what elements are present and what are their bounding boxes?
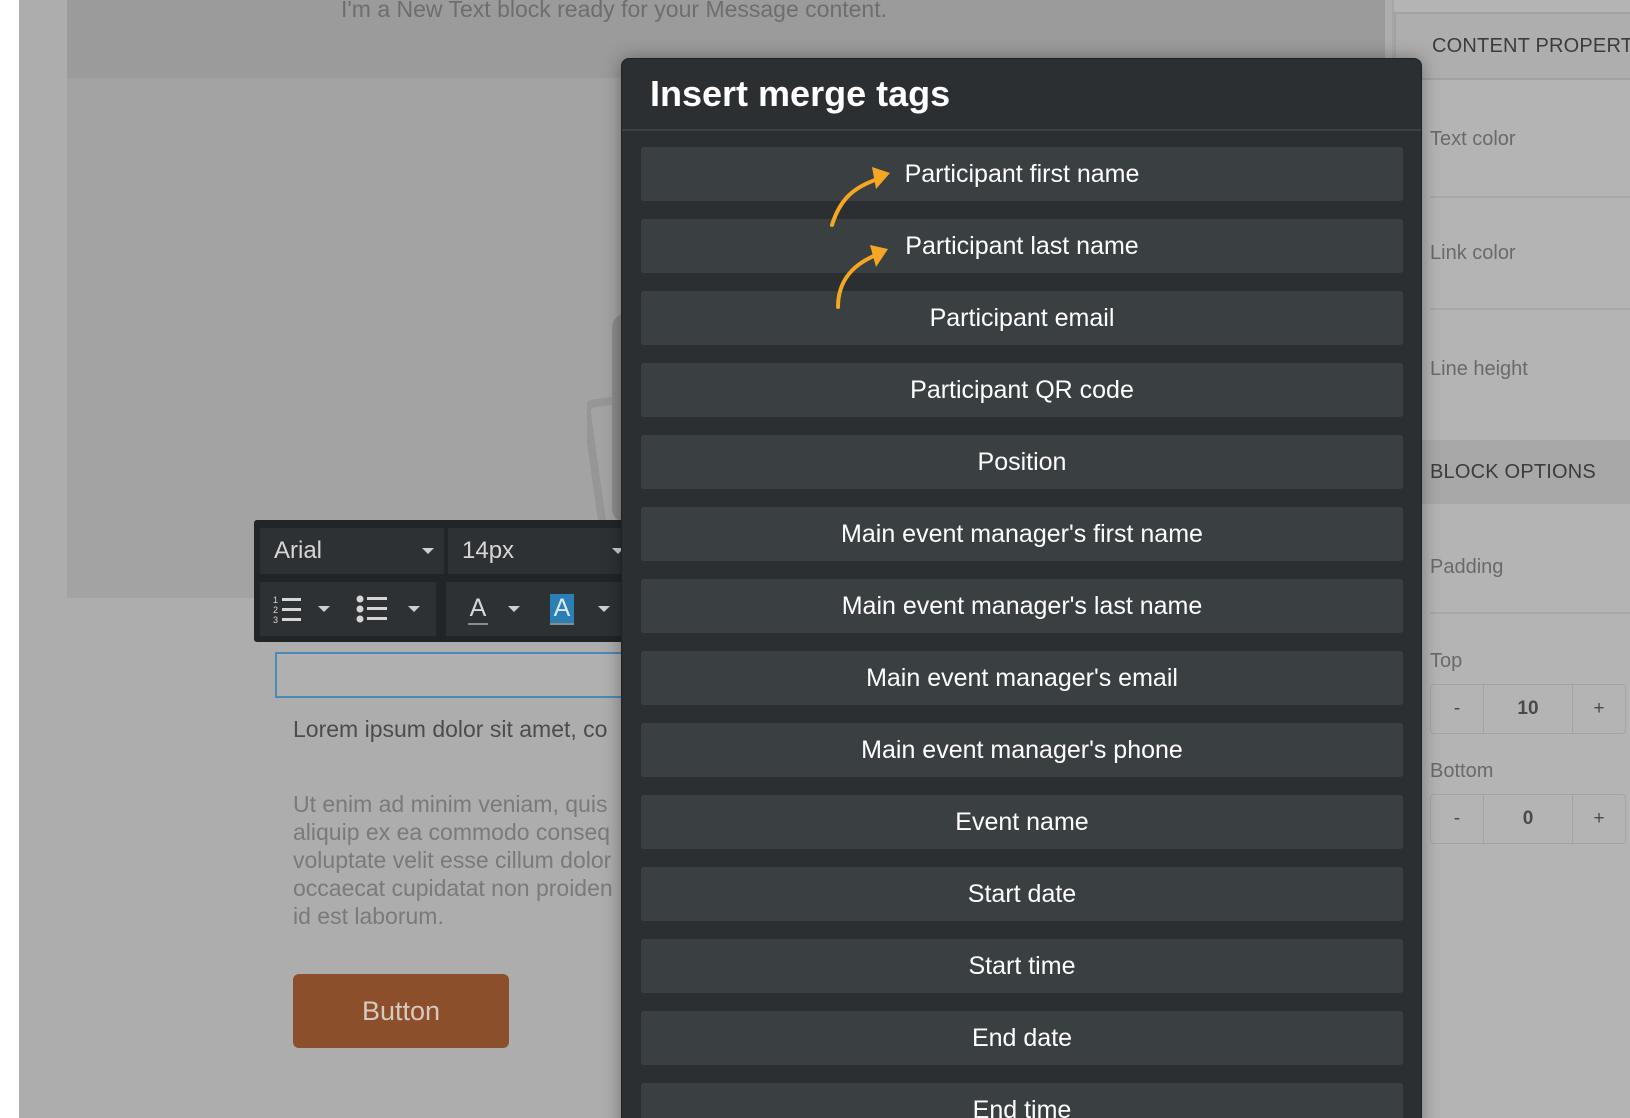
bullet-list-button[interactable] xyxy=(352,582,392,636)
background-color-icon: A xyxy=(549,593,575,625)
merge-tag-event-name[interactable]: Event name xyxy=(641,795,1403,849)
font-family-select[interactable]: Arial xyxy=(260,528,444,574)
link-color-label: Link color xyxy=(1430,242,1516,264)
divider xyxy=(1430,612,1630,614)
text-color-icon: A xyxy=(467,594,489,625)
text-color-label: Text color xyxy=(1430,128,1516,150)
merge-tag-participant-email[interactable]: Participant email xyxy=(641,291,1403,345)
merge-tag-manager-email[interactable]: Main event manager's email xyxy=(641,651,1403,705)
modal-title: Insert merge tags xyxy=(650,73,951,114)
properties-panel: CONTENT PROPERTIES Text color Link color… xyxy=(1392,0,1630,1118)
email-cta-button[interactable]: Button xyxy=(293,974,509,1048)
list-button-group: 1 2 3 xyxy=(260,582,436,636)
ordered-list-icon: 1 2 3 xyxy=(273,595,301,624)
chevron-down-icon[interactable] xyxy=(318,606,330,612)
padding-top-label: Top xyxy=(1430,650,1463,672)
line-height-label: Line height xyxy=(1430,358,1528,380)
bullet-list-icon xyxy=(356,595,387,623)
annotation-arrow-icon xyxy=(830,167,890,227)
merge-tag-manager-first-name[interactable]: Main event manager's first name xyxy=(641,507,1403,561)
merge-tag-end-time[interactable]: End time xyxy=(641,1083,1403,1118)
left-edge xyxy=(0,0,19,1118)
background-color-button[interactable]: A xyxy=(542,582,582,636)
merge-tags-modal: Insert merge tags Participant first name… xyxy=(621,58,1422,1118)
content-properties-header[interactable]: CONTENT PROPERTIES xyxy=(1394,12,1630,80)
annotation-arrow-icon xyxy=(836,245,888,309)
merge-tag-start-date[interactable]: Start date xyxy=(641,867,1403,921)
divider xyxy=(1430,308,1630,310)
svg-text:3: 3 xyxy=(273,615,278,624)
chevron-down-icon[interactable] xyxy=(408,606,420,612)
divider xyxy=(622,129,1421,131)
svg-text:2: 2 xyxy=(273,605,278,615)
font-size-value: 14px xyxy=(462,537,515,564)
color-button-group: A A xyxy=(446,582,634,636)
merge-tag-end-date[interactable]: End date xyxy=(641,1011,1403,1065)
padding-bottom-label: Bottom xyxy=(1430,760,1494,782)
padding-bottom-value[interactable]: 0 xyxy=(1483,795,1573,843)
merge-tag-participant-last-name[interactable]: Participant last name xyxy=(641,219,1403,273)
font-family-value: Arial xyxy=(274,537,323,564)
increment-button[interactable]: + xyxy=(1573,685,1625,733)
font-size-select[interactable]: 14px xyxy=(448,528,634,574)
paragraph-heading: Lorem ipsum dolor sit amet, co xyxy=(293,716,608,742)
chevron-down-icon[interactable] xyxy=(508,606,520,612)
padding-top-value[interactable]: 10 xyxy=(1483,685,1573,733)
block-options-header[interactable]: BLOCK OPTIONS xyxy=(1394,440,1630,504)
merge-tag-position[interactable]: Position xyxy=(641,435,1403,489)
merge-tag-manager-phone[interactable]: Main event manager's phone xyxy=(641,723,1403,777)
text-block-content: I'm a New Text block ready for your Mess… xyxy=(341,0,887,22)
padding-top-stepper: - 10 + xyxy=(1430,684,1626,734)
merge-tag-participant-first-name[interactable]: Participant first name xyxy=(641,147,1403,201)
rich-text-toolbar: Arial 14px 1 2 3 A A xyxy=(254,520,634,642)
svg-text:1: 1 xyxy=(273,595,278,605)
chevron-down-icon[interactable] xyxy=(598,606,610,612)
paragraph-body: Ut enim ad minim veniam, quis aliquip ex… xyxy=(293,791,613,929)
ordered-list-button[interactable]: 1 2 3 xyxy=(268,582,308,636)
text-edit-area[interactable] xyxy=(275,652,655,698)
decrement-button[interactable]: - xyxy=(1431,795,1483,843)
decrement-button[interactable]: - xyxy=(1431,685,1483,733)
increment-button[interactable]: + xyxy=(1573,795,1625,843)
padding-label: Padding xyxy=(1430,556,1504,578)
merge-tag-manager-last-name[interactable]: Main event manager's last name xyxy=(641,579,1403,633)
merge-tag-start-time[interactable]: Start time xyxy=(641,939,1403,993)
padding-bottom-stepper: - 0 + xyxy=(1430,794,1626,844)
merge-tag-participant-qr-code[interactable]: Participant QR code xyxy=(641,363,1403,417)
text-color-button[interactable]: A xyxy=(458,582,498,636)
divider xyxy=(1430,196,1630,198)
chevron-down-icon xyxy=(422,548,434,554)
